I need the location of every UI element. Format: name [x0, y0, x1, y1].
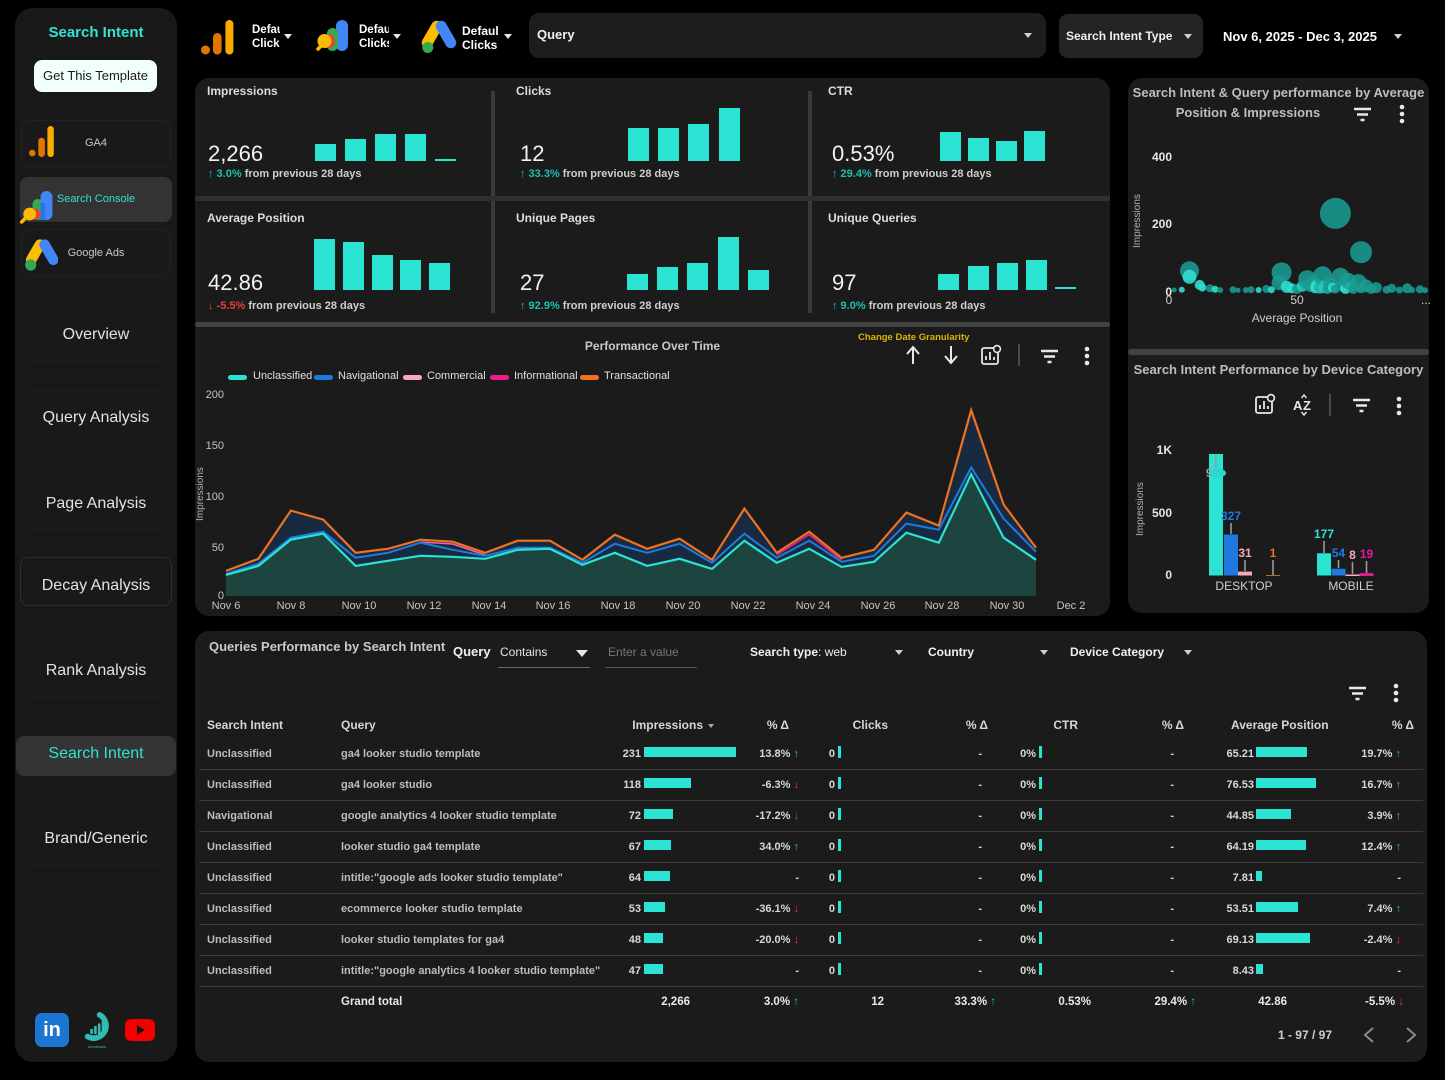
svg-text:8: 8 [1349, 548, 1356, 562]
svg-text:54: 54 [1332, 546, 1346, 560]
svg-text:19: 19 [1360, 547, 1374, 561]
svg-text:MOBILE: MOBILE [1328, 579, 1373, 593]
svg-text:DESKTOP: DESKTOP [1215, 579, 1272, 593]
svg-text:177: 177 [1314, 527, 1334, 541]
svg-text:dumbdata: dumbdata [88, 1044, 107, 1049]
svg-text:327: 327 [1221, 509, 1241, 523]
svg-text:31: 31 [1238, 546, 1252, 560]
svg-text:1: 1 [1270, 546, 1277, 560]
